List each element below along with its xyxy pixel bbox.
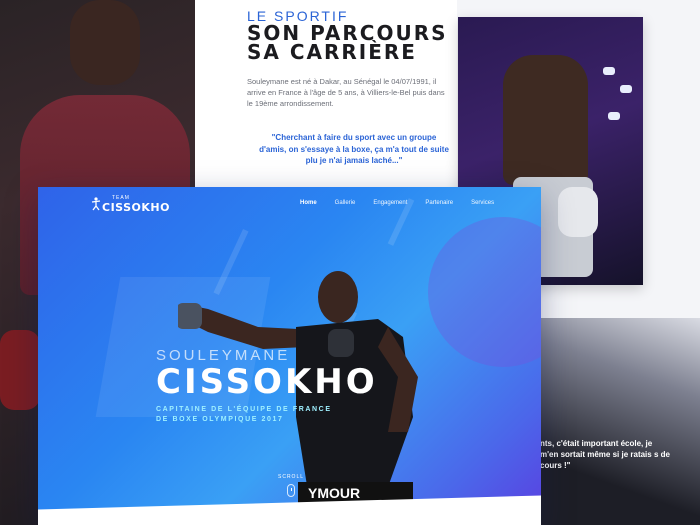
boxer-head-shape: [70, 0, 140, 85]
nav-engagement[interactable]: Engagement: [373, 200, 407, 206]
secondary-quote: nts, c'était important école, je m'en so…: [540, 439, 670, 470]
hero-last-name: CISSOKHO: [156, 362, 378, 402]
nav-partenaire[interactable]: Partenaire: [425, 200, 453, 206]
waistband-text: YMOUR: [308, 485, 360, 501]
about-quote: "Cherchant à faire du sport avec un grou…: [259, 133, 449, 165]
stage-light: [603, 67, 615, 75]
hero-subtitle: CAPITAINE DE L'ÉQUIPE DE FRANCE DE BOXE …: [156, 405, 332, 425]
background-photo-bottom-right: nts, c'était important école, je m'en so…: [540, 318, 700, 525]
hero-subtitle-line2: DE BOXE OLYMPIQUE 2017: [156, 416, 284, 423]
hero-subtitle-line1: CAPITAINE DE L'ÉQUIPE DE FRANCE: [156, 406, 332, 413]
scroll-indicator[interactable]: SCROLL: [278, 474, 304, 497]
nav-gallerie[interactable]: Gallerie: [335, 200, 356, 206]
mouse-icon: [287, 484, 295, 497]
stage-light: [608, 112, 620, 120]
scroll-label: SCROLL: [278, 474, 305, 480]
nav-services[interactable]: Services: [471, 200, 494, 206]
logo-name-text: CISSOKHO: [102, 201, 170, 214]
about-section: LE SPORTIF SON PARCOURS SA CARRIÈRE Soul…: [195, 0, 457, 190]
glove-shape: [558, 187, 598, 237]
about-title-line2: SA CARRIÈRE: [247, 40, 417, 64]
about-bio: Souleymane est né à Dakar, au Sénégal le…: [247, 77, 445, 108]
stage-light: [620, 85, 632, 93]
hero-mockup: TEAM CISSOKHO Home Gallerie Engagement P…: [38, 187, 541, 525]
boxer-logo-icon: [91, 197, 101, 211]
boxer-body-shape: [503, 55, 588, 185]
about-title: SON PARCOURS SA CARRIÈRE: [247, 23, 448, 64]
nav-home[interactable]: Home: [300, 200, 317, 206]
main-nav: Home Gallerie Engagement Partenaire Serv…: [300, 200, 494, 206]
glove-shape: [0, 330, 40, 410]
